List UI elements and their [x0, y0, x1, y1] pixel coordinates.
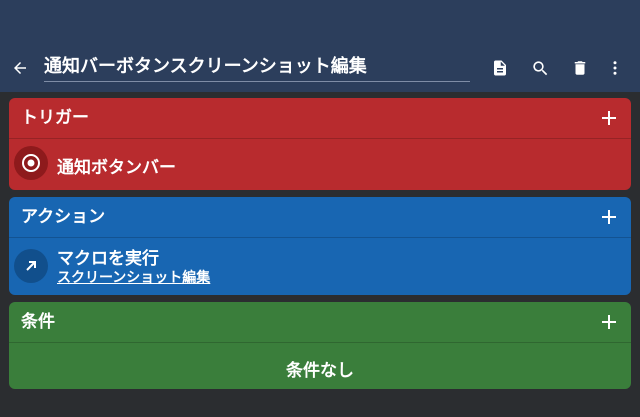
- plus-icon: [602, 111, 616, 125]
- more-vert-icon: [613, 61, 617, 75]
- action-item-subtitle[interactable]: スクリーンショット編集: [57, 267, 210, 287]
- search-button[interactable]: [528, 56, 552, 80]
- trigger-title: トリガー: [21, 108, 89, 128]
- trigger-item-label[interactable]: 通知ボタンバー: [57, 153, 176, 178]
- radio-target-icon: [22, 154, 40, 172]
- app-bar: 通知バーボタンスクリーンショット編集: [0, 0, 640, 92]
- trigger-header: トリガー: [9, 98, 631, 139]
- trigger-card: トリガー 通知ボタンバー: [9, 98, 631, 190]
- action-item-label[interactable]: マクロを実行: [57, 244, 159, 269]
- condition-title: 条件: [21, 312, 55, 332]
- back-button[interactable]: [8, 56, 32, 80]
- action-card: アクション マクロを実行 スクリーンショット編集: [9, 197, 631, 295]
- macro-name-input[interactable]: 通知バーボタンスクリーンショット編集: [44, 52, 470, 82]
- add-action-button[interactable]: [597, 205, 621, 229]
- plus-icon: [602, 210, 616, 224]
- search-icon: [532, 60, 547, 75]
- condition-empty-text: 条件なし: [286, 361, 354, 381]
- back-arrow-icon: [14, 62, 26, 74]
- plus-icon: [602, 315, 616, 329]
- trigger-item-icon[interactable]: [14, 146, 48, 180]
- add-condition-button[interactable]: [597, 310, 621, 334]
- add-trigger-button[interactable]: [597, 106, 621, 130]
- condition-header: 条件: [9, 302, 631, 343]
- action-title: アクション: [21, 207, 106, 227]
- action-item-icon[interactable]: [14, 249, 48, 283]
- arrow-up-right-icon: [26, 261, 36, 271]
- delete-icon: [574, 61, 586, 75]
- document-button[interactable]: [488, 56, 512, 80]
- more-options-button[interactable]: [603, 56, 627, 80]
- document-icon: [494, 60, 506, 76]
- delete-button[interactable]: [568, 56, 592, 80]
- action-header: アクション: [9, 197, 631, 238]
- condition-card: 条件 条件なし: [9, 302, 631, 389]
